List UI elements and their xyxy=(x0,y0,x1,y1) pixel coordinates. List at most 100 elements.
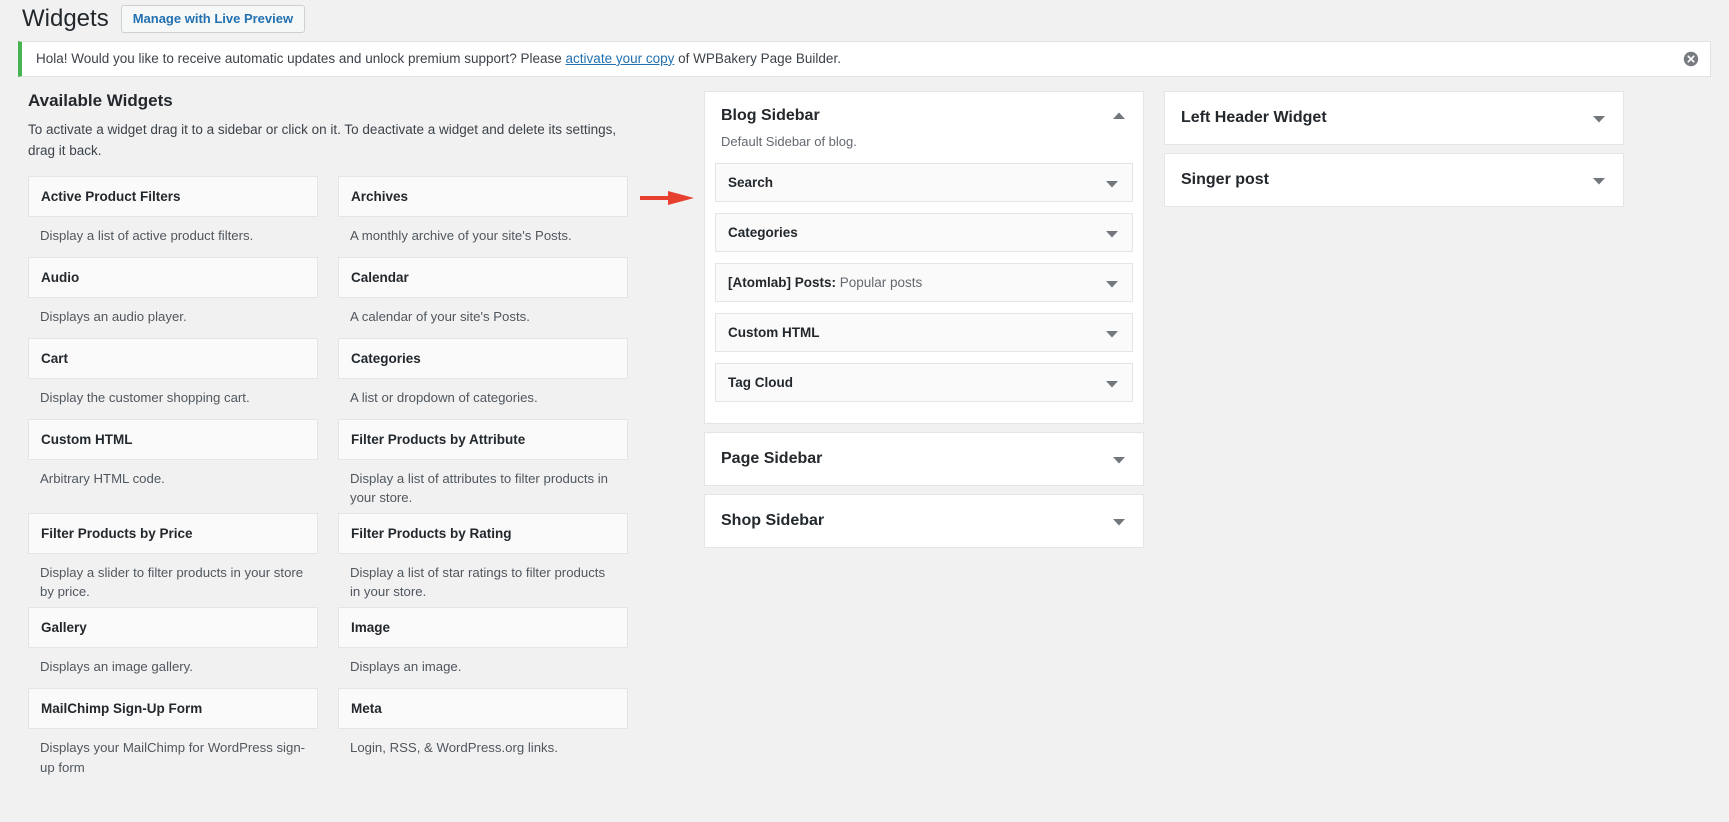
available-widget-card[interactable]: Image xyxy=(338,607,628,649)
chevron-down-icon[interactable] xyxy=(1104,276,1120,292)
sidebar-widget-row[interactable]: Custom HTML xyxy=(715,313,1133,353)
available-widget-name: Filter Products by Attribute xyxy=(351,431,526,447)
available-widget-description: A list or dropdown of categories. xyxy=(350,389,538,405)
red-arrow-annotation-icon xyxy=(638,188,696,208)
available-widget-name: Gallery xyxy=(41,620,87,636)
sidebar-widget-title: Custom HTML xyxy=(728,325,820,341)
available-widget-card[interactable]: Audio xyxy=(28,256,318,298)
sidebar-widget-subtitle: Popular posts xyxy=(836,275,923,291)
available-widget-item: Archives A monthly archive of your site's… xyxy=(338,175,628,251)
available-widget-description: Display a list of star ratings to filter… xyxy=(350,565,606,600)
activate-your-copy-link[interactable]: activate your copy xyxy=(566,51,675,66)
available-widget-item: Categories A list or dropdown of categori… xyxy=(338,337,628,413)
available-widget-description: Displays an audio player. xyxy=(40,308,187,324)
sidebar-panel-header[interactable]: Left Header Widget xyxy=(1165,92,1623,144)
available-widget-description: Display a list of active product filters… xyxy=(40,227,254,243)
available-widget-item: Image Displays an image. xyxy=(338,607,628,682)
chevron-down-icon[interactable] xyxy=(1104,326,1120,342)
sidebar-panel-header[interactable]: Shop Sidebar xyxy=(705,495,1143,547)
sidebar-widget-title: Search xyxy=(728,175,774,191)
notice-text-before: Hola! Would you like to receive automati… xyxy=(36,50,566,66)
sidebar-widget-list: Search Categories [Atomlab] Posts: Popular… xyxy=(705,163,1143,403)
available-widgets-description: To activate a widget drag it to a sideba… xyxy=(28,122,617,158)
available-widget-card[interactable]: Filter Products by Rating xyxy=(338,513,628,555)
available-widget-description: A monthly archive of your site's Posts. xyxy=(350,227,572,243)
sidebar-widget-title: Categories xyxy=(728,225,798,241)
sidebar-panel-header[interactable]: Blog Sidebar Default Sidebar of blog. xyxy=(705,92,1143,163)
available-widget-card[interactable]: Gallery xyxy=(28,607,318,649)
sidebars-column-main: Blog Sidebar Default Sidebar of blog. Sear… xyxy=(704,91,1144,556)
available-widget-name: Categories xyxy=(351,350,421,366)
sidebar-panel-name: Singer post xyxy=(1181,171,1270,189)
sidebar-panel-name: Left Header Widget xyxy=(1181,109,1327,126)
sidebar-panel-header[interactable]: Page Sidebar xyxy=(705,433,1143,485)
sidebar-widget-row[interactable]: Categories xyxy=(715,213,1133,253)
available-widget-description: Arbitrary HTML code. xyxy=(40,470,165,486)
sidebar-panel-text: Blog Sidebar Default Sidebar of blog. xyxy=(721,106,857,151)
available-widget-card[interactable]: Filter Products by Attribute xyxy=(338,418,628,460)
available-widget-name: Active Product Filters xyxy=(41,188,181,204)
sidebar-panel-text: Page Sidebar xyxy=(721,449,822,468)
chevron-down-icon[interactable] xyxy=(1591,111,1607,127)
manage-with-live-preview-button[interactable]: Manage with Live Preview xyxy=(120,5,306,33)
available-widget-card[interactable]: Custom HTML xyxy=(28,418,318,460)
chevron-down-icon[interactable] xyxy=(1591,173,1607,189)
sidebar-panel: Page Sidebar xyxy=(704,432,1144,487)
available-widget-description: Display a list of attributes to filter p… xyxy=(350,470,608,505)
sidebar-panel: Shop Sidebar xyxy=(704,494,1144,549)
close-circle-icon[interactable] xyxy=(1682,50,1700,68)
available-widgets-column: Available Widgets To activate a widget d… xyxy=(18,91,642,783)
available-widget-item: Custom HTML Arbitrary HTML code. xyxy=(28,418,318,507)
sidebar-widget-title-group: Tag Cloud xyxy=(728,375,793,390)
notice-text-after: of WPBakery Page Builder. xyxy=(674,50,841,66)
page-title: Widgets xyxy=(22,5,109,33)
available-widgets-title: Available Widgets xyxy=(28,91,173,110)
sidebar-widget-title: Tag Cloud xyxy=(728,375,793,391)
available-widget-card[interactable]: Filter Products by Price xyxy=(28,513,318,555)
sidebars-column-extra: Left Header Widget Singer post xyxy=(1164,91,1624,215)
chevron-down-icon[interactable] xyxy=(1111,514,1127,530)
available-widget-card[interactable]: Cart xyxy=(28,337,318,379)
chevron-up-icon[interactable] xyxy=(1111,108,1127,124)
available-widget-name: Meta xyxy=(351,701,382,717)
notice-message: Hola! Would you like to receive automati… xyxy=(36,49,841,69)
available-widget-item: MailChimp Sign-Up Form Displays your Mail… xyxy=(28,688,318,776)
sidebar-widget-row[interactable]: Tag Cloud xyxy=(715,363,1133,403)
chevron-down-icon[interactable] xyxy=(1111,452,1127,468)
available-widget-item: Active Product Filters Display a list of … xyxy=(28,175,318,251)
sidebar-panel-description: Default Sidebar of blog. xyxy=(721,134,857,150)
sidebar-panel-name: Blog Sidebar xyxy=(721,107,820,124)
available-widget-item: Filter Products by Price Display a slider… xyxy=(28,513,318,601)
widgets-columns: Available Widgets To activate a widget d… xyxy=(0,77,1729,783)
available-widget-card[interactable]: Categories xyxy=(338,337,628,379)
sidebar-panel: Singer post xyxy=(1164,153,1624,208)
sidebar-widget-row[interactable]: Search xyxy=(715,163,1133,203)
available-widget-item: Calendar A calendar of your site's Posts. xyxy=(338,256,628,332)
chevron-down-icon[interactable] xyxy=(1104,226,1120,242)
sidebar-panel: Left Header Widget xyxy=(1164,91,1624,146)
available-widget-description: Login, RSS, & WordPress.org links. xyxy=(350,740,558,756)
available-widget-card[interactable]: Meta xyxy=(338,688,628,730)
available-widget-name: Filter Products by Rating xyxy=(351,526,512,542)
available-widgets-grid: Active Product Filters Display a list of … xyxy=(28,175,642,783)
available-widget-card[interactable]: Calendar xyxy=(338,256,628,298)
sidebar-widget-title-group: [Atomlab] Posts: Popular posts xyxy=(728,275,922,290)
chevron-down-icon[interactable] xyxy=(1104,176,1120,192)
available-widget-card[interactable]: MailChimp Sign-Up Form xyxy=(28,688,318,730)
sidebar-widget-row[interactable]: [Atomlab] Posts: Popular posts xyxy=(715,263,1133,303)
available-widget-card[interactable]: Archives xyxy=(338,175,628,217)
sidebar-panel-name: Page Sidebar xyxy=(721,450,823,468)
available-widget-item: Gallery Displays an image gallery. xyxy=(28,607,318,682)
available-widget-item: Meta Login, RSS, & WordPress.org links. xyxy=(338,688,628,776)
available-widget-name: Calendar xyxy=(351,269,409,285)
chevron-down-icon[interactable] xyxy=(1104,376,1120,392)
sidebar-widget-title: [Atomlab] Posts: xyxy=(728,275,836,291)
available-widget-description: Displays an image gallery. xyxy=(40,659,193,675)
sidebar-panel-header[interactable]: Singer post xyxy=(1165,154,1623,206)
available-widget-description: Display the customer shopping cart. xyxy=(40,389,250,405)
sidebar-panel-text: Shop Sidebar xyxy=(721,511,824,530)
available-widget-name: Archives xyxy=(351,188,409,204)
available-widget-description: Displays an image. xyxy=(350,659,462,675)
available-widget-card[interactable]: Active Product Filters xyxy=(28,175,318,217)
available-widget-name: MailChimp Sign-Up Form xyxy=(41,701,203,717)
